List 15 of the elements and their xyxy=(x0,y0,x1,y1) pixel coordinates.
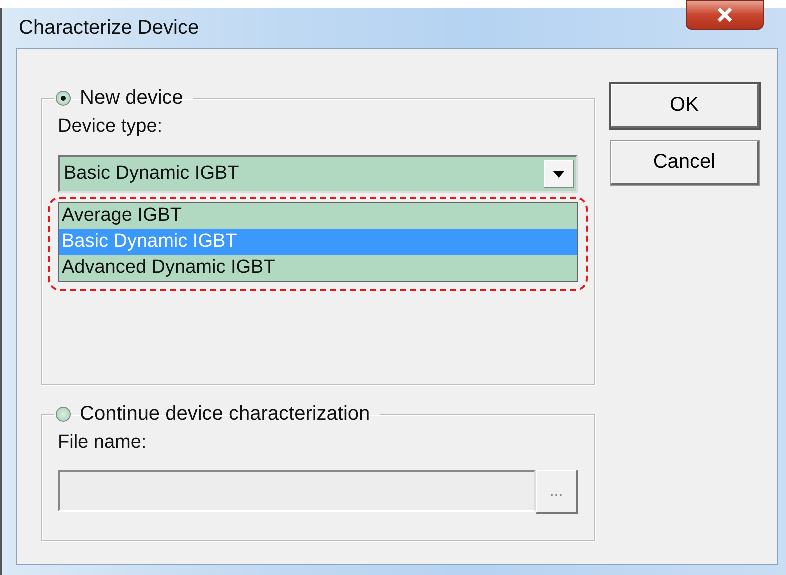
close-icon xyxy=(716,7,734,23)
window-title: Characterize Device xyxy=(18,16,200,40)
radio-button[interactable] xyxy=(56,91,71,106)
field-label: Device type: xyxy=(58,116,164,138)
caret-icon xyxy=(553,170,565,178)
dropdown-option[interactable]: Average IGBT xyxy=(59,203,577,229)
close-button[interactable] xyxy=(686,0,764,30)
radio-label: New device xyxy=(80,87,184,110)
cancel-button[interactable]: Cancel xyxy=(611,141,759,185)
ok-button[interactable]: OK xyxy=(611,84,759,128)
dropdown-button[interactable] xyxy=(544,160,574,188)
radio-label: Continue device characterization xyxy=(80,403,370,426)
dropdown-option[interactable]: Advanced Dynamic IGBT xyxy=(59,255,577,281)
device-type-dropdown[interactable]: Basic Dynamic IGBT xyxy=(58,155,578,193)
field-label: File name: xyxy=(58,432,148,454)
